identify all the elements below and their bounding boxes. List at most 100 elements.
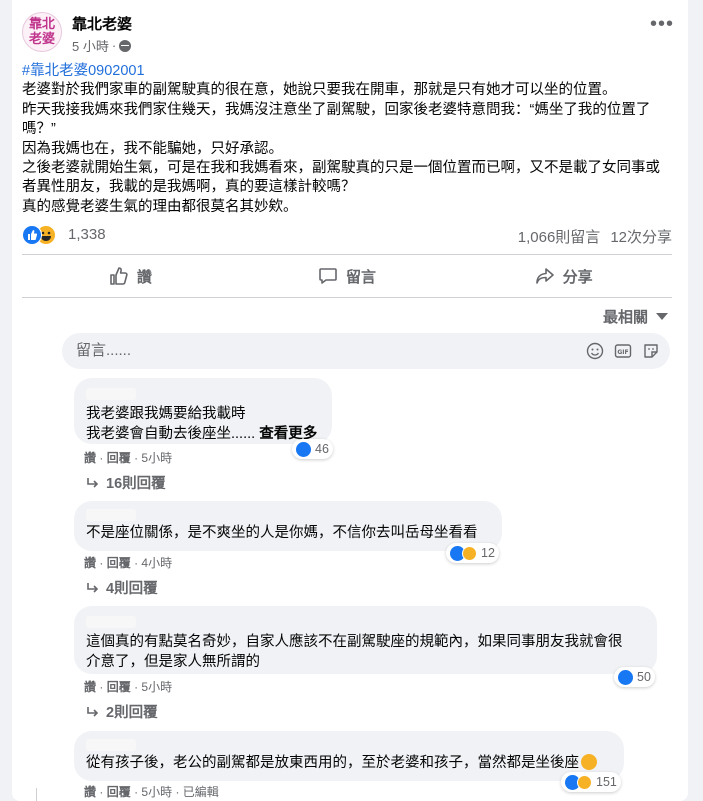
comment-like-link[interactable]: 讚 xyxy=(84,680,96,694)
comment-meta: 讚 · 回覆 · 5小時 xyxy=(84,449,172,466)
comment-reaction-count: 12 xyxy=(481,546,495,560)
comment-composer: GIF xyxy=(62,333,670,369)
like-reaction-icon xyxy=(618,669,633,685)
comment-item: 不是座位關係，是不爽坐的人是你媽，不信你去叫岳母坐看看 12 讚 · 回覆 · … xyxy=(74,501,502,597)
comment-text: 從有孩子後，老公的副駕都是放東西用的，至於老婆和孩子，當然都是坐後座 xyxy=(86,753,612,773)
share-count[interactable]: 12次分享 xyxy=(610,226,672,247)
comment-time[interactable]: 5小時 xyxy=(141,680,172,694)
meta-dot: · xyxy=(134,680,139,694)
reaction-icons[interactable] xyxy=(22,225,64,245)
comment-bubble: 我老婆跟我媽要給我載時 我老婆會自動去後座坐...... 查看更多 xyxy=(74,378,332,444)
meta-separator: · xyxy=(111,38,117,53)
post-body: #靠北老婆0902001 老婆對於我們家車的副駕駛真的很在意，她說只要我在開車，… xyxy=(22,62,672,217)
comment-reply-link[interactable]: 回覆 xyxy=(107,785,131,799)
comment-reactions[interactable]: 151 xyxy=(561,772,621,792)
meta-dot: · xyxy=(99,680,104,694)
comment-reply-link[interactable]: 回覆 xyxy=(107,556,131,570)
comment-bubble: 從有孩子後，老公的副駕都是放東西用的，至於老婆和孩子，當然都是坐後座 xyxy=(74,731,624,781)
like-label: 讚 xyxy=(136,268,152,286)
like-button[interactable]: 讚 xyxy=(22,259,239,293)
haha-reaction-icon xyxy=(462,545,477,561)
reactions-summary: 1,338 1,066則留言 12次分享 xyxy=(22,224,672,246)
comment-reply-link[interactable]: 回覆 xyxy=(107,451,131,465)
view-replies-link[interactable]: 2則回覆 xyxy=(86,701,158,722)
comment-time[interactable]: 5小時 xyxy=(141,451,172,465)
like-reaction-icon xyxy=(22,225,42,245)
sort-label: 最相關 xyxy=(602,309,648,326)
speech-bubble-icon xyxy=(319,268,337,284)
comment-item: 從有孩子後，老公的副駕都是放東西用的，至於老婆和孩子，當然都是坐後座 151 讚… xyxy=(74,731,624,799)
thumbs-up-icon xyxy=(110,267,128,285)
post-stats: 1,066則留言 12次分享 xyxy=(518,226,672,247)
hashtag-link[interactable]: #靠北老婆0902001 xyxy=(22,63,145,79)
reaction-count[interactable]: 1,338 xyxy=(68,226,106,243)
meta-dot: · xyxy=(99,451,104,465)
post-card: 靠北 老婆 靠北老婆 5 小時 · ••• #靠北老婆0902001 老婆對於我… xyxy=(12,0,688,801)
blurred-author xyxy=(86,388,136,400)
comment-line: 這個真的有點莫名奇妙，自家人應該不在副駕駛座的規範內，如果同事朋友我就會很 xyxy=(86,634,623,650)
page-name[interactable]: 靠北老婆 xyxy=(72,13,132,34)
page-avatar[interactable]: 靠北 老婆 xyxy=(22,12,62,52)
post-line: 老婆對於我們家車的副駕駛真的很在意，她說只要我在開車，那就是只有她才可以坐的位置… xyxy=(22,82,617,99)
comment-text: 這個真的有點莫名奇妙，自家人應該不在副駕駛座的規範內，如果同事朋友我就會很 介意… xyxy=(86,632,645,672)
comment-reactions[interactable]: 12 xyxy=(446,543,499,563)
avatar-text-top: 靠北 xyxy=(28,17,55,32)
caret-down-icon xyxy=(656,313,668,320)
post-actions: 讚 留言 分享 xyxy=(22,259,672,293)
comment-bubble: 不是座位關係，是不爽坐的人是你媽，不信你去叫岳母坐看看 xyxy=(74,501,502,551)
meta-dot: · xyxy=(99,556,104,570)
reply-arrow-icon xyxy=(87,477,99,488)
comment-reaction-count: 151 xyxy=(596,775,617,789)
comment-reply-link[interactable]: 回覆 xyxy=(107,680,131,694)
comment-reaction-count: 50 xyxy=(637,670,651,684)
meta-dot: · xyxy=(134,451,139,465)
comment-time[interactable]: 5小時 xyxy=(141,785,172,799)
comment-line: 介意了，但是家人無所謂的 xyxy=(86,654,260,670)
post-line: 因為我媽也在，我不能騙她，只好承認。 xyxy=(22,140,283,157)
replies-label: 2則回覆 xyxy=(106,705,158,721)
comment-button[interactable]: 留言 xyxy=(239,259,456,293)
post-line: 真的感覺老婆生氣的理由都很莫名其妙欸。 xyxy=(22,198,298,215)
comment-item: 我老婆跟我媽要給我載時 我老婆會自動去後座坐...... 查看更多 46 讚 ·… xyxy=(74,378,333,492)
gif-icon[interactable]: GIF xyxy=(614,342,632,360)
comment-like-link[interactable]: 讚 xyxy=(84,451,96,465)
comment-count[interactable]: 1,066則留言 xyxy=(518,226,601,247)
meta-dot: · xyxy=(99,785,104,799)
more-options-button[interactable]: ••• xyxy=(646,14,678,40)
comment-bubble: 這個真的有點莫名奇妙，自家人應該不在副駕駛座的規範內，如果同事朋友我就會很 介意… xyxy=(74,606,657,674)
post-line: 之後老婆就開始生氣，可是在我和我媽看來，副駕駛真的只是一個位置而已啊，又不是載了… xyxy=(22,160,660,196)
comment-reaction-count: 46 xyxy=(315,442,329,456)
laughing-emoji-icon xyxy=(581,754,597,770)
emoji-icon[interactable] xyxy=(586,342,604,360)
comment-like-link[interactable]: 讚 xyxy=(84,785,96,799)
view-replies-link[interactable]: 4則回覆 xyxy=(86,577,158,598)
comment-meta: 讚 · 回覆 · 5小時 xyxy=(84,678,172,695)
reply-arrow-icon xyxy=(87,582,99,593)
comment-item: 這個真的有點莫名奇妙，自家人應該不在副駕駛座的規範內，如果同事朋友我就會很 介意… xyxy=(74,606,657,721)
sticker-icon[interactable] xyxy=(642,342,660,360)
like-reaction-icon xyxy=(296,441,311,457)
comment-sort-dropdown[interactable]: 最相關 xyxy=(603,306,668,327)
view-replies-link[interactable]: 16則回覆 xyxy=(86,472,166,493)
comment-line: 我老婆會自動去後座坐...... xyxy=(86,426,256,442)
comment-text: 不是座位關係，是不爽坐的人是你媽，不信你去叫岳母坐看看 xyxy=(86,525,478,541)
post-meta: 5 小時 · xyxy=(72,36,132,55)
comment-reactions[interactable]: 46 xyxy=(292,439,333,459)
svg-text:GIF: GIF xyxy=(617,349,628,356)
comment-line: 從有孩子後，老公的副駕都是放東西用的，至於老婆和孩子，當然都是坐後座 xyxy=(86,755,579,771)
comment-input[interactable] xyxy=(74,341,518,360)
comment-like-link[interactable]: 讚 xyxy=(84,556,96,570)
replies-label: 16則回覆 xyxy=(106,476,166,492)
share-label: 分享 xyxy=(562,268,593,286)
post-time[interactable]: 5 小時 xyxy=(72,36,109,55)
comment-time[interactable]: 4小時 xyxy=(141,556,172,570)
comment-label: 留言 xyxy=(346,268,377,286)
share-arrow-icon xyxy=(535,268,554,284)
share-button[interactable]: 分享 xyxy=(455,259,672,293)
comment-reactions[interactable]: 50 xyxy=(614,667,655,687)
blurred-author xyxy=(86,739,136,751)
meta-dot: · xyxy=(175,785,180,799)
post-header: 靠北 老婆 靠北老婆 5 小時 · ••• xyxy=(22,12,678,58)
comment-meta: 讚 · 回覆 · 5小時 · 已編輯 xyxy=(84,783,219,800)
comment-text: 我老婆跟我媽要給我載時 我老婆會自動去後座坐...... 查看更多 xyxy=(86,404,320,444)
